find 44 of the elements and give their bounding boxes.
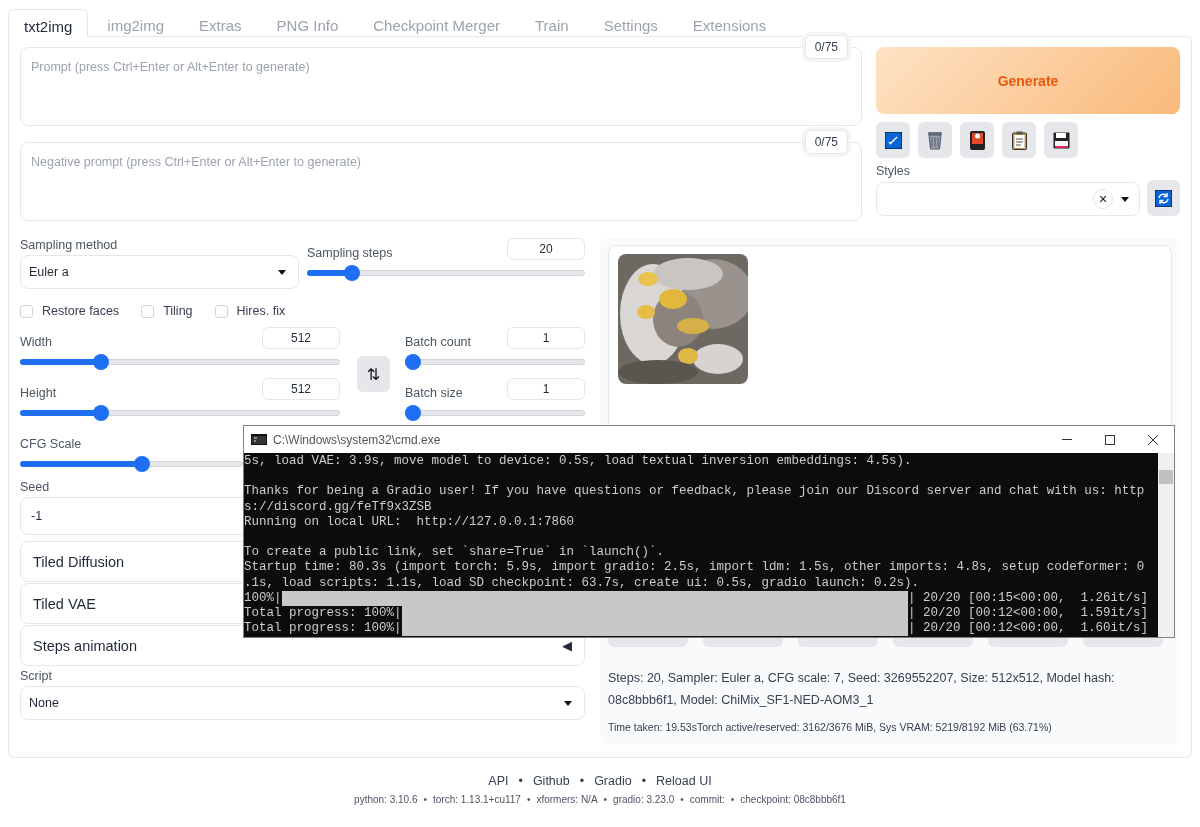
- separator: •: [641, 774, 647, 788]
- token-counter: 0/75: [804, 130, 848, 154]
- console-line: | 20/20 [00:15<00:00, 1.26it/s]: [907, 590, 1149, 606]
- separator: •: [603, 794, 608, 805]
- console-line: To create a public link, set `share=True` in `launch()`.: [244, 545, 665, 561]
- version-info: python: 3.10.6: [354, 794, 418, 805]
- field-label: Batch size: [405, 386, 463, 400]
- console-line: Thanks for being a Gradio user! If you have questions or feedback, please join our Discord server and chat with us: http: [244, 484, 1145, 500]
- separator: •: [518, 774, 523, 788]
- console-line: Running on local URL: http://127.0.0.1:7860: [244, 514, 575, 530]
- separator: •: [579, 774, 585, 788]
- version-info: commit:: [689, 794, 725, 805]
- checkbox-label: Hires. fix: [236, 304, 286, 318]
- separator: •: [423, 794, 427, 805]
- console-line: Total progress: 100%|: [244, 605, 402, 622]
- generation-info: Steps: 20, Sampler: Euler a, CFG scale: 7, Seed: 3269552207, Size: 512x512, Model hash: 08c8bbb6f1, Model: ChiMix_SF1-NED-AOM3_1: [608, 670, 1116, 709]
- field-label: Width: [20, 335, 52, 349]
- window-title: C:\Windows\system32\cmd.exe: [273, 432, 441, 447]
- console-line: 100%|: [244, 590, 282, 606]
- console-line: Startup time: 80.3s (import torch: 5.9s, import gradio: 2.5s, import ldm: 1.5s, other imports: 4.8s, setup codeformer: 0: [244, 560, 1145, 576]
- console-line: | 20/20 [00:12<00:00, 1.59it/s]: [907, 605, 1149, 622]
- field-label: Styles: [876, 164, 911, 178]
- console-line: | 20/20 [00:12<00:00, 1.60it/s]: [907, 621, 1149, 637]
- checkbox-label: Tiling: [163, 304, 193, 318]
- console-line: s://discord.gg/feTf9x3ZSB: [244, 499, 432, 515]
- separator: •: [526, 794, 531, 805]
- separator: •: [730, 794, 735, 805]
- token-counter: 0/75: [804, 35, 848, 59]
- console-line: .1s, load scripts: 1.1s, load SD checkpoint: 63.7s, create ui: 0.5s, gradio launch: 0.2s).: [244, 575, 920, 591]
- field-label: Script: [20, 669, 52, 683]
- field-label: CFG Scale: [20, 437, 82, 451]
- field-label: Height: [20, 386, 57, 400]
- separator: •: [680, 794, 684, 805]
- time-taken: Time taken: 19.53sTorch active/reserved: 3162/3676 MiB, Sys VRAM: 5219/8192 MiB (63.71%): [608, 721, 1053, 733]
- version-info: checkpoint: 08c8bbb6f1: [740, 794, 846, 805]
- field-label: Sampling steps: [307, 246, 393, 260]
- field-label: Batch count: [405, 335, 471, 349]
- version-info: gradio: 3.23.0: [613, 794, 675, 805]
- version-info: xformers: N/A: [536, 794, 598, 805]
- field-label: Sampling method: [20, 238, 118, 252]
- version-info: torch: 1.13.1+cu117: [433, 794, 521, 805]
- console-line: 5s, load VAE: 3.9s, move model to device: 0.5s, load textual inversion embeddings: 4.5s).: [244, 454, 912, 470]
- checkbox-label: Restore faces: [42, 304, 120, 318]
- field-label: Seed: [20, 480, 50, 494]
